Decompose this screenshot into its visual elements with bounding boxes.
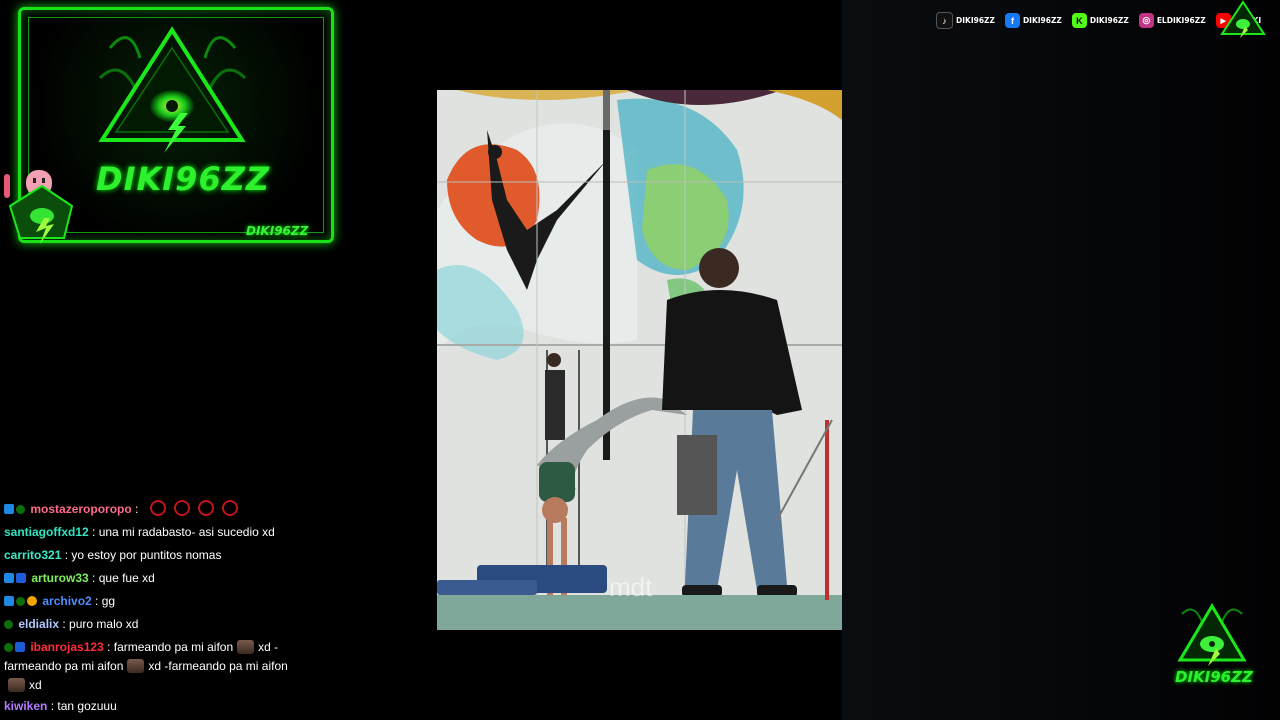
green-badge-icon xyxy=(4,643,13,652)
heart-emote-icon xyxy=(173,500,190,516)
video-player[interactable]: mdt xyxy=(437,90,842,630)
social-facebook[interactable]: f DIKI96ZZ xyxy=(1004,13,1062,28)
prime-badge-icon xyxy=(4,573,14,583)
chat-overlay: mostazeroporopo : santiagoffxd12 : una m… xyxy=(4,498,304,718)
chat-username[interactable]: carrito321 xyxy=(4,548,61,562)
chat-text: una mi radabasto- asi sucedio xd xyxy=(98,525,275,539)
streamer-logo-icon xyxy=(98,26,247,153)
chat-text: tan gozuuu xyxy=(57,699,117,713)
chat-text: yo estoy por puntitos nomas xyxy=(71,548,222,562)
face-emote-icon xyxy=(8,678,25,692)
chat-text: gg xyxy=(101,594,116,608)
chat-message: ibanrojas123 : farmeando pa mi aifon xd -… xyxy=(4,640,288,692)
prime-badge-icon xyxy=(4,596,14,606)
chat-message: archivo2 : gg xyxy=(4,590,304,613)
green-badge-icon xyxy=(4,620,13,629)
chat-text: farmeando pa mi aifon xyxy=(113,640,234,654)
chat-username[interactable]: eldialix xyxy=(18,617,59,631)
video-frame-image xyxy=(437,90,842,630)
tiktok-icon: ♪ xyxy=(936,12,953,29)
green-badge-icon xyxy=(16,597,25,606)
chat-username[interactable]: kiwiken xyxy=(4,699,47,713)
chat-text: xd -farmeando pa mi aifon xyxy=(148,659,288,673)
chat-message: santiagoffxd12 : una mi radabasto- asi s… xyxy=(4,525,275,539)
social-links-bar: ♪ DIKI96ZZ f DIKI96ZZ K DIKI96ZZ ◎ ELDIK… xyxy=(936,12,1261,29)
kick-icon: K xyxy=(1071,13,1087,28)
chat-username[interactable]: archivo2 xyxy=(42,594,91,608)
face-emote-icon xyxy=(127,659,145,673)
instagram-icon: ◎ xyxy=(1138,13,1154,28)
corner-logo-icon xyxy=(1220,0,1266,38)
chat-text: puro malo xd xyxy=(69,617,139,631)
corner-brand-text: DIKI96ZZ xyxy=(1175,668,1253,686)
bits-badge-icon xyxy=(27,596,37,606)
chat-message: eldialix : puro malo xd xyxy=(4,613,304,636)
corner-brand-logo-icon xyxy=(1177,603,1247,666)
video-watermark: mdt xyxy=(609,572,653,602)
heart-emote-icon xyxy=(197,500,214,516)
chat-username[interactable]: arturow33 xyxy=(31,571,88,585)
mascot-icon xyxy=(4,170,74,244)
social-kick[interactable]: K DIKI96ZZ xyxy=(1071,13,1129,28)
webcam-caption: DIKI96ZZ xyxy=(246,224,309,238)
social-instagram[interactable]: ◎ ELDIKI96ZZ xyxy=(1138,13,1206,28)
green-badge-icon xyxy=(16,505,25,514)
facebook-icon: f xyxy=(1004,13,1020,28)
heart-emote-icon xyxy=(149,500,166,516)
logo-wordmark: DIKI96ZZ xyxy=(96,160,271,198)
chat-username[interactable]: ibanrojas123 xyxy=(30,640,103,654)
chat-message: carrito321 : yo estoy por puntitos nomas xyxy=(4,548,222,562)
social-label: DIKI96ZZ xyxy=(956,16,995,25)
chat-message: mostazeroporopo : xyxy=(4,498,304,521)
heart-emote-icon xyxy=(221,500,238,516)
social-tiktok[interactable]: ♪ DIKI96ZZ xyxy=(936,12,995,29)
social-label: DIKI96ZZ xyxy=(1089,16,1129,25)
chat-message: kiwiken : tan gozuuu xyxy=(4,699,117,713)
social-label: DIKI96ZZ xyxy=(1022,16,1062,25)
prime-badge-icon xyxy=(4,504,14,514)
face-emote-icon xyxy=(237,640,255,654)
chat-text: xd xyxy=(29,678,42,692)
sub-badge-icon xyxy=(15,642,25,652)
chat-message: arturow33 : que fue xd xyxy=(4,567,304,590)
chat-text: que fue xd xyxy=(98,571,155,585)
chat-username[interactable]: mostazeroporopo xyxy=(30,502,131,516)
social-label: ELDIKI96ZZ xyxy=(1156,16,1206,25)
chat-username[interactable]: santiagoffxd12 xyxy=(4,525,89,539)
chat-text: xd xyxy=(258,640,271,654)
sub-badge-icon xyxy=(16,573,26,583)
